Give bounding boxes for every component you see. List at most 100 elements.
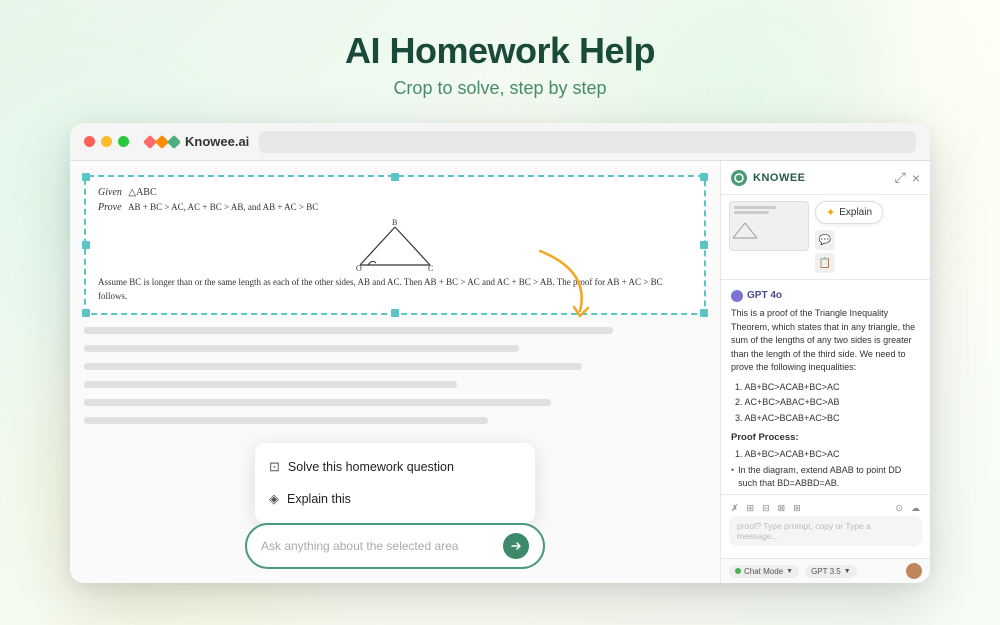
input-placeholder-text: Ask anything about the selected area [261,539,503,553]
gpt-version-badge[interactable]: GPT 3.5 ▼ [805,565,857,578]
text-line-3 [84,363,582,370]
mode-dot [735,568,741,574]
inequality-2: 2. AC+BC>ABAC+BC>AB [731,396,920,410]
thumb-lines [730,202,808,218]
chat-input-placeholder: proof? Type prompt, copy or Type a messa… [737,521,914,541]
chat-input-row[interactable]: proof? Type prompt, copy or Type a messa… [729,516,922,546]
knowee-icon-sm [731,170,747,186]
handle-bl[interactable] [82,309,90,317]
handle-tl[interactable] [82,173,90,181]
gpt-version-label: GPT 3.5 [811,567,841,576]
svg-text:O: O [356,264,362,272]
close-traffic-light[interactable] [84,136,95,147]
given-value: △ABC [128,187,156,198]
inequality-3: 3. AB+AC>BCAB+AC>BC [731,412,920,426]
thumb-line-1 [734,206,776,209]
traffic-lights [84,136,129,147]
proof-bullet-1-text: In the diagram, extend ABAB to point DD … [738,464,920,491]
chevron-down-icon: ▼ [786,568,793,575]
proof-bullet-1: • In the diagram, extend ABAB to point D… [731,464,920,491]
footer-icon-grid3[interactable]: ⊠ [776,501,788,516]
send-button[interactable] [503,533,529,559]
chat-panel: KNOWEE ⤢ × [720,161,930,583]
thumb-line-2 [734,211,769,214]
knowee-logo-sm [734,173,744,183]
diamond-green [167,134,181,148]
math-prove-text: Prove AB + BC > AC, AC + BC > AB, and AB… [98,202,692,213]
footer-icon-grid4[interactable]: ⊞ [791,501,803,516]
browser-window: Knowee.ai Given △A [70,123,930,583]
explain-button[interactable]: ✦ Explain [815,201,883,224]
chat-mode-bar: Chat Mode ▼ GPT 3.5 ▼ [721,558,930,583]
chat-footer-icons: ✗ ⊞ ⊟ ⊠ ⊞ ⊙ ☁ [729,501,922,516]
suggestion-solve[interactable]: ⊡ Solve this homework question [255,451,535,483]
user-avatar[interactable] [906,563,922,579]
proof-title: Proof Process: [731,431,920,445]
footer-icon-clock[interactable]: ⊙ [893,501,905,516]
chevron-down-icon-2: ▼ [844,568,851,575]
triangle-diagram: B O C [350,217,440,272]
page-title: AI Homework Help [345,30,655,72]
explain-icon: ◈ [269,491,279,507]
chat-mode-label: Chat Mode [744,567,783,576]
chat-thumbnail [729,201,809,251]
prove-value: AB + BC > AC, AC + BC > AB, and AB + AC … [128,202,318,212]
text-line-4 [84,381,457,388]
svg-text:B: B [392,218,397,227]
maximize-traffic-light[interactable] [118,136,129,147]
bullet-1: • [731,464,734,478]
gpt-label: GPT 4o [731,288,920,303]
inequality-1: 1. AB+BC>ACAB+BC>AC [731,381,920,395]
chat-thumbnail-area: ✦ Explain 💬 📋 [721,195,930,280]
chat-mode-badge[interactable]: Chat Mode ▼ [729,565,799,578]
address-bar[interactable] [259,131,916,153]
solve-icon: ⊡ [269,459,280,475]
star-icon: ✦ [826,206,835,219]
footer-icon-grid1[interactable]: ⊞ [745,501,757,516]
handle-tr[interactable] [700,173,708,181]
footer-icon-cloud[interactable]: ☁ [909,501,922,516]
chat-header-left: KNOWEE [731,170,806,186]
math-selection-box[interactable]: Given △ABC Prove AB + BC > AC, AC + BC >… [84,175,706,315]
browser-toolbar: Knowee.ai [70,123,930,161]
gpt-dot [731,290,743,302]
suggestion-solve-label: Solve this homework question [288,460,454,474]
app-name-label: Knowee.ai [185,134,249,149]
proof-step-1: 1. AB+BC>ACAB+BC>AC [731,448,920,462]
suggestion-explain[interactable]: ◈ Explain this [255,483,535,515]
suggestion-explain-label: Explain this [287,492,351,506]
chat-header: KNOWEE ⤢ × [721,161,930,195]
suggestion-popup: ⊡ Solve this homework question ◈ Explain… [255,443,535,523]
chat-action-2[interactable]: 📋 [815,253,835,273]
handle-br[interactable] [700,309,708,317]
chat-action-1[interactable]: 💬 [815,230,835,250]
minimize-traffic-light[interactable] [101,136,112,147]
handle-ml[interactable] [82,241,90,249]
thumb-triangle [730,220,760,240]
chat-messages[interactable]: GPT 4o This is a proof of the Triangle I… [721,280,930,494]
math-given-text: Given △ABC [98,187,692,198]
math-proof-text: Assume BC is longer than or the same len… [98,276,692,303]
chat-title: KNOWEE [753,172,806,184]
given-label: Given [98,187,122,198]
close-icon[interactable]: × [912,171,920,185]
footer-icon-grid2[interactable]: ⊟ [760,501,772,516]
text-line-5 [84,399,551,406]
knowee-logo-diamonds [145,137,179,147]
svg-text:C: C [428,264,433,272]
chat-footer: ✗ ⊞ ⊟ ⊠ ⊞ ⊙ ☁ proof? Type prompt, copy o… [721,494,930,558]
chat-message: This is a proof of the Triangle Inequali… [731,307,920,375]
footer-icon-x[interactable]: ✗ [729,501,741,516]
text-line-2 [84,345,519,352]
doc-input-bar[interactable]: Ask anything about the selected area [245,523,545,569]
app-name-row: Knowee.ai [145,134,249,149]
handle-tm[interactable] [391,173,399,181]
expand-icon[interactable]: ⤢ [895,169,906,186]
page-subtitle: Crop to solve, step by step [393,78,606,99]
explain-btn-label: Explain [839,207,872,218]
text-line-1 [84,327,613,334]
send-icon [510,540,522,552]
gpt-label-text: GPT 4o [747,288,782,303]
handle-bm[interactable] [391,309,399,317]
handle-mr[interactable] [700,241,708,249]
